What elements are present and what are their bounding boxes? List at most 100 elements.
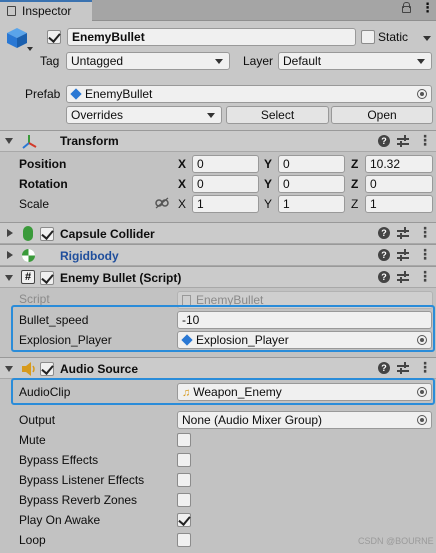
overrides-dropdown[interactable]: Overrides [66, 106, 222, 124]
rigidbody-header[interactable]: Rigidbody ? ⋮ [0, 244, 436, 266]
prefab-field[interactable]: EnemyBullet [66, 85, 432, 103]
scale-x-axis[interactable]: X [178, 197, 186, 211]
output-target-icon[interactable] [417, 415, 427, 425]
explosion-player-field[interactable]: Explosion_Player [177, 331, 432, 349]
object-name-field[interactable]: EnemyBullet [67, 28, 356, 46]
loop-label: Loop [19, 533, 46, 547]
bypass-listener-effects-checkbox[interactable] [177, 473, 191, 487]
enemy-bullet-enabled-checkbox[interactable] [40, 271, 54, 285]
icon-dropdown-arrow-icon[interactable] [27, 47, 33, 51]
script-label: Script [19, 292, 50, 306]
mute-checkbox[interactable] [177, 433, 191, 447]
audioclip-value: Weapon_Enemy [193, 385, 282, 399]
mute-label: Mute [19, 433, 46, 447]
context-menu-icon[interactable]: ⋮ [418, 247, 432, 261]
output-field[interactable]: None (Audio Mixer Group) [177, 411, 432, 429]
help-icon[interactable]: ? [378, 135, 390, 147]
bypass-reverb-zones-checkbox[interactable] [177, 493, 191, 507]
layer-value: Default [283, 54, 322, 68]
presets-icon[interactable] [397, 249, 409, 261]
gameobject-cube-icon[interactable] [6, 27, 28, 49]
bypass-effects-checkbox[interactable] [177, 453, 191, 467]
rotation-z-axis[interactable]: Z [351, 177, 358, 191]
explosion-target-icon[interactable] [417, 335, 427, 345]
scale-z-field[interactable]: 1 [365, 195, 433, 213]
capsule-collider-header[interactable]: Capsule Collider ? ⋮ [0, 222, 436, 244]
gameobject-header: EnemyBullet Static Tag Untagged Layer De… [0, 21, 436, 130]
static-dropdown-icon[interactable] [423, 36, 431, 41]
header-icons: ? ⋮ [378, 360, 432, 376]
position-x-axis[interactable]: X [178, 157, 186, 171]
audio-source-enabled-checkbox[interactable] [40, 362, 54, 376]
rotation-y-field[interactable]: 0 [278, 175, 345, 193]
play-on-awake-label: Play On Awake [19, 513, 101, 527]
presets-icon[interactable] [397, 362, 409, 374]
audio-source-title: Audio Source [60, 362, 139, 376]
rotation-y-axis[interactable]: Y [264, 177, 272, 191]
foldout-arrow-icon[interactable] [5, 275, 13, 281]
help-icon[interactable]: ? [378, 362, 390, 374]
foldout-arrow-icon[interactable] [7, 251, 13, 259]
position-y-value: 0 [283, 157, 290, 171]
foldout-arrow-icon[interactable] [5, 138, 13, 144]
overrides-label: Overrides [71, 108, 124, 122]
rotation-x-axis[interactable]: X [178, 177, 186, 191]
tab-inspector[interactable]: Inspector [0, 0, 92, 21]
context-menu-icon[interactable]: ⋮ [418, 360, 432, 374]
more-menu-icon[interactable]: ⋮ [421, 1, 434, 15]
position-y-field[interactable]: 0 [278, 155, 345, 173]
audioclip-target-icon[interactable] [417, 387, 427, 397]
scale-y-axis[interactable]: Y [264, 197, 272, 211]
scale-y-field[interactable]: 1 [278, 195, 345, 213]
static-checkbox[interactable] [361, 30, 375, 44]
position-z-axis[interactable]: Z [351, 157, 358, 171]
layer-label: Layer [243, 54, 274, 68]
layer-dropdown[interactable]: Default [278, 52, 432, 70]
foldout-arrow-icon[interactable] [5, 366, 13, 372]
help-icon[interactable]: ? [378, 271, 390, 283]
context-menu-icon[interactable]: ⋮ [418, 133, 432, 147]
bullet-speed-field[interactable]: -10 [177, 311, 432, 329]
rotation-z-field[interactable]: 0 [365, 175, 433, 193]
play-on-awake-checkbox[interactable] [177, 513, 191, 527]
rigidbody-icon [21, 248, 36, 263]
scale-z-axis[interactable]: Z [351, 197, 358, 211]
explosion-player-label: Explosion_Player [19, 333, 112, 347]
foldout-arrow-icon[interactable] [7, 229, 13, 237]
header-icons: ? ⋮ [378, 225, 432, 241]
open-button[interactable]: Open [331, 106, 433, 124]
context-menu-icon[interactable]: ⋮ [418, 225, 432, 239]
tag-dropdown[interactable]: Untagged [66, 52, 230, 70]
help-icon[interactable]: ? [378, 249, 390, 261]
position-y-axis[interactable]: Y [264, 157, 272, 171]
output-label: Output [19, 413, 56, 427]
presets-icon[interactable] [397, 271, 409, 283]
presets-icon[interactable] [397, 135, 409, 147]
enemy-bullet-script-header[interactable]: # Enemy Bullet (Script) ? ⋮ [0, 266, 436, 288]
select-button[interactable]: Select [226, 106, 329, 124]
prefab-target-icon[interactable] [417, 89, 427, 99]
context-menu-icon[interactable]: ⋮ [418, 269, 432, 283]
help-icon[interactable]: ? [378, 227, 390, 239]
tag-value: Untagged [71, 54, 124, 68]
header-icons: ? ⋮ [378, 269, 432, 285]
presets-icon[interactable] [397, 227, 409, 239]
bullet-speed-value: -10 [182, 313, 200, 327]
scale-x-field[interactable]: 1 [192, 195, 259, 213]
object-name: EnemyBullet [72, 30, 145, 44]
bypass-reverb-zones-label: Bypass Reverb Zones [19, 493, 138, 507]
loop-checkbox[interactable] [177, 533, 191, 547]
constrain-proportions-icon[interactable] [155, 197, 169, 209]
audio-source-header[interactable]: Audio Source ? ⋮ [0, 357, 436, 379]
header-icons: ? ⋮ [378, 247, 432, 263]
explosion-player-value: Explosion_Player [196, 333, 289, 347]
position-z-field[interactable]: 10.32 [365, 155, 433, 173]
rotation-x-field[interactable]: 0 [192, 175, 259, 193]
capsule-collider-enabled-checkbox[interactable] [40, 227, 54, 241]
position-x-field[interactable]: 0 [192, 155, 259, 173]
transform-title: Transform [60, 134, 119, 148]
audioclip-field[interactable]: ♫ Weapon_Enemy [177, 383, 432, 401]
transform-header[interactable]: Transform ? ⋮ [0, 130, 436, 152]
explosion-prefab-icon [181, 334, 193, 346]
active-checkbox[interactable] [47, 30, 61, 44]
